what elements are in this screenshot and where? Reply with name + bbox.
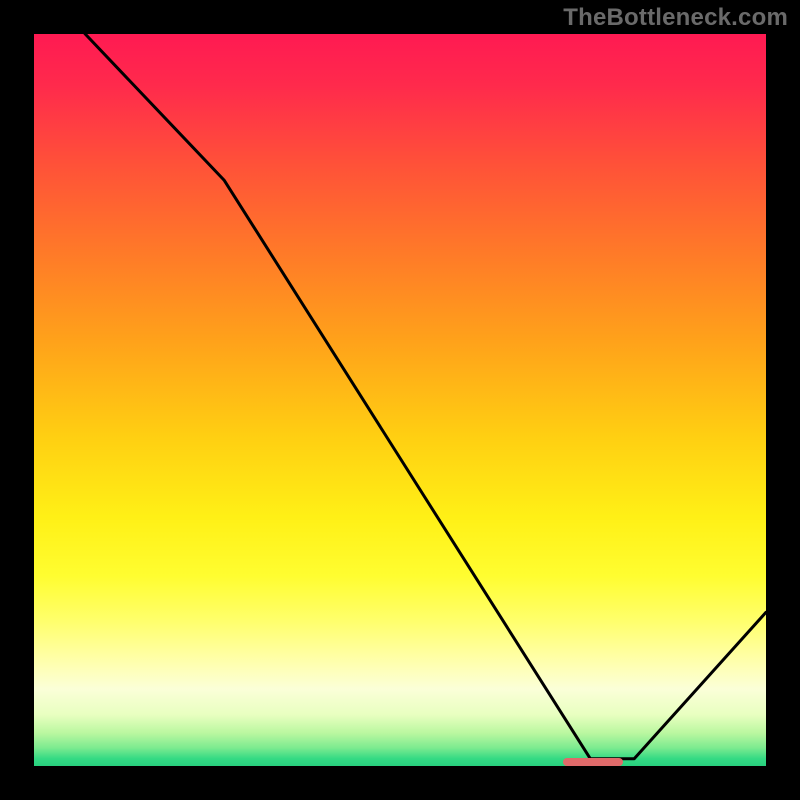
watermark-text: TheBottleneck.com (563, 4, 788, 32)
background-gradient (34, 34, 766, 766)
optimal-range-marker (563, 758, 624, 766)
plot-area (34, 34, 766, 766)
chart-frame: TheBottleneck.com (0, 0, 800, 800)
